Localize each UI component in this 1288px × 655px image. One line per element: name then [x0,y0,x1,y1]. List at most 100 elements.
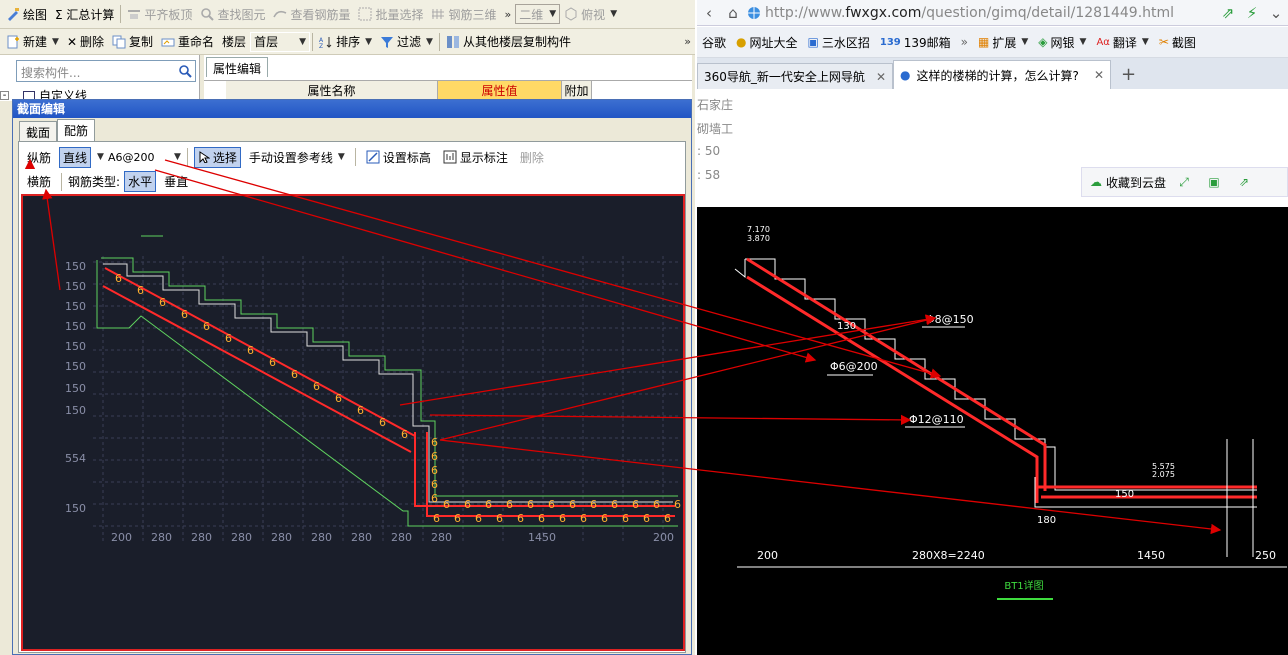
component-search-input[interactable]: 搜索构件... [16,60,196,82]
new-tab-button[interactable]: + [1121,64,1136,85]
delete-bar-button[interactable]: 删除 [516,146,548,168]
online-bank-button[interactable]: ◈ 网银 ▼ [1033,34,1091,51]
url-path: /question/gimq/detail/1281449.html [921,4,1175,21]
cloud-icon: ☁ [1090,175,1102,189]
screenshot-button[interactable]: ✂ 截图 [1154,34,1201,51]
lightning-icon[interactable]: ⚡ [1240,1,1264,25]
stair-inner-outline [103,263,673,503]
stair-steps-outline [745,258,1257,491]
cursor-icon [199,151,210,163]
bar-mark-label: 6 [569,498,576,511]
translate-button[interactable]: Aα 翻译 ▼ [1091,34,1153,51]
browser-window: ‹ ⌂ http://www.fwxgx.com/question/gimq/d… [697,0,1288,655]
bar-mark-label: 6 [485,498,492,511]
find-element-button[interactable]: 查找图元 [196,3,269,25]
dropdown-arrow-icon[interactable]: ▼ [97,152,104,162]
dropdown-arrow-icon: ▼ [365,36,372,47]
set-elevation-button[interactable]: 设置标高 [362,146,435,168]
save-icon[interactable]: ▣ [1202,170,1226,194]
show-label-button[interactable]: 显示标注 [439,146,512,168]
straight-line-toggle[interactable]: 直线 [59,146,92,168]
new-component-button[interactable]: 新建 ▼ [2,31,63,53]
horizontal-toggle[interactable]: 水平 [124,171,157,192]
rebar-software-window: 绘图 Σ 汇总计算 平齐板顶 查找图元 查看钢筋量 批量选择 钢筋三维 » 二维… [0,0,695,655]
view-mode-select[interactable]: 二维 ▼ [515,4,561,24]
close-icon[interactable]: ✕ [876,70,886,84]
draw-button[interactable]: 绘图 [2,3,51,25]
url-field[interactable]: http://www.fwxgx.com/question/gimq/detai… [745,3,1216,23]
floor-select[interactable]: 首层 ▼ [250,31,311,52]
collapse-icon[interactable]: - [0,91,9,101]
tab-stair-question[interactable]: ● 这样的楼梯的计算，怎么计算? ✕ [893,60,1111,89]
bar-mark-label: 6 [379,416,386,429]
scissors-icon: ✂ [1158,35,1169,49]
stair-section-drawing[interactable]: 150 150 150 150 150 150 150 150 554 150 200 280 280 2… [23,196,683,649]
dropdown-arrow-icon[interactable]: ▼ [174,152,181,162]
align-slab-top-button[interactable]: 平齐板顶 [123,3,196,25]
toolbar-divider [186,148,188,166]
dropdown-arrow-icon: ▼ [1021,37,1029,47]
slab-rebar-line [746,257,1047,503]
property-edit-tab[interactable]: 属性编辑 [206,57,269,77]
bar-mark-label: 6 [137,284,144,297]
cloud-save-button[interactable]: ☁ 收藏到云盘 [1090,174,1166,191]
cube-icon [565,7,577,21]
bookmark-google[interactable]: 谷歌 [697,34,731,51]
toolbar-divider [61,172,63,191]
chevron-down-icon[interactable]: ⌄ [1264,1,1288,25]
section-drawing-canvas[interactable]: 150 150 150 150 150 150 150 150 554 150 200 280 280 2… [21,194,685,651]
drawing-label: BT1详图 [1004,579,1043,592]
long-bar-toggle[interactable]: 纵筋 [23,146,56,168]
col-header-name[interactable]: 属性名称 [226,81,438,101]
overflow-chevron-icon[interactable]: » [956,35,973,49]
close-icon[interactable]: ✕ [1094,68,1104,82]
share-icon[interactable]: ⇗ [1216,1,1240,25]
tab-section[interactable]: 截面 [19,121,58,141]
sort-button[interactable]: AZ 排序 ▼ [315,31,376,53]
dimension-label: 554 [65,452,86,465]
home-icon[interactable]: ⌂ [721,1,745,25]
batch-select-button[interactable]: 批量选择 [354,3,427,25]
bar-spec-input[interactable]: A6@200 [108,148,168,166]
delete-component-button[interactable]: ✕ 删除 [63,31,108,53]
col-header-value[interactable]: 属性值 [438,81,562,101]
bar-mark-label: 6 [454,512,461,525]
view-angle-select[interactable]: 俯视 ▼ [560,3,621,25]
view-rebar-qty-button[interactable]: 查看钢筋量 [269,3,354,25]
copy-from-floor-button[interactable]: 从其他楼层复制构件 [442,31,575,53]
url-domain: fwxgx.com [845,4,922,21]
drawing-label: 150 [1115,489,1134,500]
copy-component-button[interactable]: 复制 [108,31,157,53]
dimension-label: 280 [191,531,212,544]
bookmark-139-mail[interactable]: 139 139邮箱 [875,34,956,51]
rename-component-button[interactable]: 重命名 [157,31,218,53]
bar-mark-label: 6 [527,498,534,511]
dialog-title[interactable]: 截面编辑 [13,100,691,118]
dimension-label: 280 [431,531,452,544]
summary-calc-button[interactable]: Σ 汇总计算 [51,3,118,25]
bookmark-sanshui[interactable]: ▣ 三水区招 [803,34,875,51]
overflow-chevron-icon[interactable]: » [505,8,512,21]
fullscreen-icon[interactable]: ⤢ [1172,170,1196,194]
cross-bar-toggle[interactable]: 横筋 [23,171,56,192]
tab-360-nav[interactable]: 360导航_新一代安全上网导航 ✕ [697,63,893,89]
bookmark-site-directory[interactable]: ● 网址大全 [731,34,803,51]
url-prefix: http://www. [765,4,846,21]
tab-reinforcement[interactable]: 配筋 [57,119,96,141]
extensions-button[interactable]: ▦ 扩展 ▼ [973,34,1033,51]
vertical-toggle[interactable]: 垂直 [160,171,193,192]
search-icon[interactable] [178,64,192,78]
col-header-extra[interactable]: 附加 [562,81,592,101]
dimension-label: 150 [65,404,86,417]
back-icon[interactable]: ‹ [697,1,721,25]
overflow-chevron-icon[interactable]: » [684,35,691,48]
share-icon[interactable]: ⇗ [1232,170,1256,194]
bar-mark-label: 6 [357,404,364,417]
filter-button[interactable]: 过滤 ▼ [376,31,437,53]
select-button[interactable]: 选择 [193,146,241,168]
manual-ref-line-button[interactable]: 手动设置参考线 ▼ [245,146,349,168]
mail-icon: 139 [879,36,901,48]
dropdown-arrow-icon: ▼ [337,152,345,162]
rebar-3d-button[interactable]: 钢筋三维 [427,3,500,25]
dropdown-arrow-icon: ▼ [1079,37,1087,47]
